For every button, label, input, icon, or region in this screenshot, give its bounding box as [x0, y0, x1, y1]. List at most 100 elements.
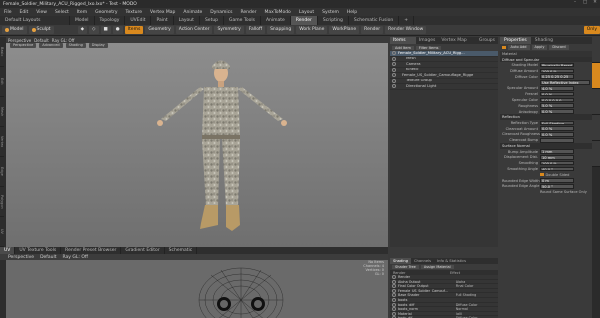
eye-icon[interactable] — [392, 67, 396, 72]
scene-tab[interactable]: Vertex Map List — [438, 37, 476, 50]
eye-icon[interactable] — [392, 293, 396, 298]
eye-icon[interactable] — [392, 307, 396, 312]
layout-tab[interactable]: Model — [70, 16, 95, 25]
menu-item[interactable]: Select — [51, 10, 73, 15]
menu-item[interactable]: View — [32, 10, 51, 15]
property-value-field[interactable]: 0 m — [540, 178, 574, 183]
shader-button[interactable]: Assign Material — [420, 265, 454, 269]
auto-add-button[interactable]: Auto Add — [507, 45, 530, 50]
symmetry-button[interactable]: Symmetry — [214, 26, 244, 34]
uv-viewport[interactable]: No Items Channels: 4 Vertices: 0 GL: 0 — [6, 260, 388, 318]
property-value-field[interactable]: 0.0 % — [540, 109, 574, 114]
menu-item[interactable]: Animate — [179, 10, 206, 15]
property-value-field[interactable]: 100.0 % — [540, 68, 574, 74]
property-value-field[interactable]: 0.25 0.25 0.25 — [540, 74, 574, 80]
bottom-tab[interactable]: Render Preset Browser — [61, 247, 122, 254]
scene-tab[interactable]: Items List — [390, 37, 416, 50]
scene-tab[interactable]: Images — [416, 37, 438, 44]
properties-tab[interactable]: Properties — [500, 37, 531, 44]
property-value-field[interactable]: 0.0 % — [540, 126, 574, 131]
menu-item[interactable]: File — [0, 10, 16, 15]
eye-icon[interactable] — [392, 284, 396, 289]
menu-item[interactable]: Render — [236, 10, 260, 15]
uv-header-item[interactable]: Perspective — [8, 255, 34, 260]
left-tab[interactable]: UV — [0, 217, 4, 247]
eye-icon[interactable] — [392, 311, 396, 316]
3d-viewport[interactable] — [6, 37, 388, 247]
edge-select-icon[interactable]: ◇ — [89, 26, 99, 34]
scene-tab[interactable]: Groups — [476, 37, 498, 44]
layout-tab[interactable]: Setup — [200, 16, 225, 25]
layout-tab[interactable]: Render — [290, 16, 318, 25]
apply-button[interactable]: Apply — [531, 45, 548, 50]
menu-item[interactable]: Help — [343, 10, 361, 15]
menu-item[interactable]: Edit — [16, 10, 33, 15]
property-value-field[interactable]: 100.0 % — [540, 160, 574, 166]
menu-item[interactable]: Dynamics — [206, 10, 236, 15]
menu-item[interactable]: MaxToModo — [261, 10, 295, 15]
workplane-mode-button[interactable]: WorkPlane — [329, 26, 360, 34]
list-item[interactable]: Directional Light — [390, 84, 498, 90]
right-tab-4[interactable] — [592, 115, 600, 141]
material-select-icon[interactable]: ● — [112, 26, 123, 34]
eye-icon[interactable] — [392, 73, 396, 78]
vertex-select-icon[interactable]: ◆ — [77, 26, 88, 34]
right-tab-1[interactable] — [592, 37, 600, 63]
scene-toolbar-button[interactable]: Add Item — [392, 45, 414, 50]
scene-toolbar-button[interactable]: Filter Items — [415, 45, 442, 50]
property-value-field[interactable]: 40.0 ° — [540, 166, 574, 172]
properties-tab[interactable]: Shading — [531, 37, 557, 44]
property-value-field[interactable]: Use Reflective Index — [540, 80, 590, 85]
left-tab[interactable]: Polygon — [0, 187, 4, 217]
items-mode-button[interactable]: Items — [124, 26, 144, 34]
double-sided-checkbox[interactable] — [540, 172, 544, 177]
menu-item[interactable]: Layout — [295, 10, 318, 15]
eye-icon[interactable] — [392, 78, 396, 83]
menu-item[interactable]: Item — [73, 10, 91, 15]
eye-icon[interactable] — [392, 56, 396, 61]
geometry-mode-button[interactable]: Geometry — [145, 26, 174, 34]
layout-tab[interactable]: Schematic Fusion — [349, 16, 400, 25]
menu-item[interactable]: Texture — [122, 10, 146, 15]
layout-tab[interactable]: Scripting — [318, 16, 349, 25]
layout-dropdown[interactable]: Default Layouts — [0, 16, 70, 25]
viewport-header-item[interactable]: Perspective — [8, 38, 31, 43]
eye-icon[interactable] — [392, 279, 396, 284]
viewport-option-button[interactable]: Shading — [65, 43, 86, 48]
property-value-field[interactable]: 5.0 % — [540, 103, 574, 109]
viewport-header-item[interactable]: Default — [34, 38, 49, 43]
model-mode-button[interactable]: Model — [2, 26, 27, 34]
uv-header-item[interactable]: Default — [40, 255, 56, 260]
eye-icon[interactable] — [392, 297, 396, 302]
property-value-field[interactable]: 0.0 % — [540, 91, 574, 97]
layout-tab[interactable]: Animate — [261, 16, 291, 25]
only-button[interactable]: Only — [583, 26, 600, 34]
shader-button[interactable]: Shader Tree — [392, 265, 419, 269]
right-tab-2[interactable] — [592, 63, 600, 89]
left-tab[interactable]: Edge — [0, 157, 4, 187]
minimize-button[interactable]: – — [570, 0, 580, 8]
right-tab-3[interactable] — [592, 89, 600, 115]
bottom-tab[interactable]: Gradient Editor — [121, 247, 165, 254]
action-center-button[interactable]: Action Center — [175, 26, 213, 34]
menu-item[interactable]: Vertex Map — [146, 10, 179, 15]
bottom-tab[interactable]: UV Texture Tools — [15, 247, 62, 254]
eye-icon[interactable] — [392, 84, 396, 89]
left-tab[interactable]: Mesh — [0, 97, 4, 127]
property-value-field[interactable]: 0.0 0.0 0.0 — [540, 97, 574, 103]
eye-icon[interactable] — [392, 51, 396, 56]
maximize-button[interactable]: □ — [580, 0, 590, 8]
property-value-field[interactable]: 0.0 % — [540, 132, 574, 137]
left-tab[interactable]: Basic — [0, 37, 4, 67]
menu-item[interactable]: System — [318, 10, 343, 15]
property-value-field[interactable]: Full Shading — [540, 120, 574, 126]
property-value-field[interactable]: 4.0 % — [540, 86, 574, 91]
eye-icon[interactable] — [392, 62, 396, 67]
eye-icon[interactable] — [392, 288, 396, 293]
layout-tab[interactable]: Game Tools — [224, 16, 261, 25]
property-value-field[interactable]: 10 mm — [540, 155, 574, 160]
left-tab[interactable]: Vertex — [0, 127, 4, 157]
layout-tab[interactable]: + — [399, 16, 415, 25]
right-tab-5[interactable] — [592, 141, 600, 167]
viewport-option-button[interactable]: Display — [88, 43, 108, 48]
